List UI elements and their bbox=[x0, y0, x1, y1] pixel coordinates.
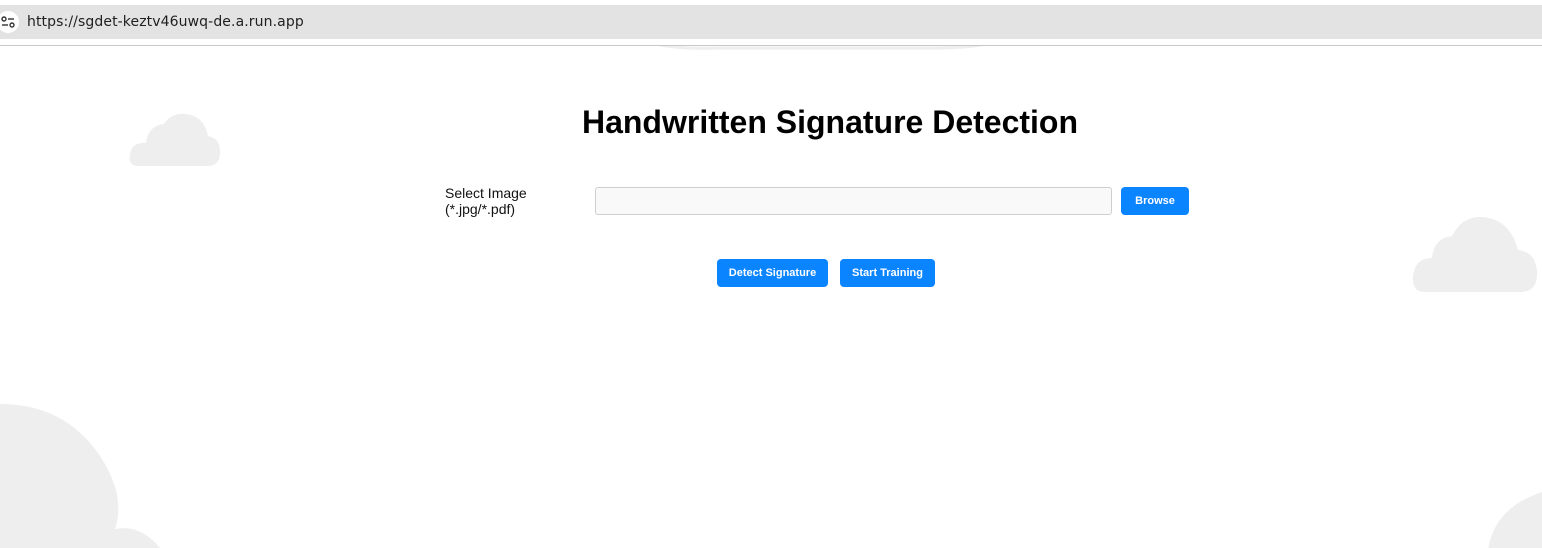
cloud-decoration-bottom-right bbox=[1488, 492, 1542, 548]
file-select-row: Select Image (*.jpg/*.pdf) Browse bbox=[445, 185, 1189, 217]
browser-toolbar: https://sgdet-keztv46uwq-de.a.run.app bbox=[0, 0, 1542, 46]
browse-button[interactable]: Browse bbox=[1121, 187, 1189, 215]
cloud-decoration-top bbox=[658, 46, 985, 50]
page-title: Handwritten Signature Detection bbox=[581, 104, 1079, 140]
url-text[interactable]: https://sgdet-keztv46uwq-de.a.run.app bbox=[27, 14, 304, 30]
address-bar[interactable]: https://sgdet-keztv46uwq-de.a.run.app bbox=[0, 5, 1542, 39]
detect-signature-button[interactable]: Detect Signature bbox=[717, 259, 828, 287]
cloud-decoration-bottom-left bbox=[0, 404, 160, 548]
start-training-button[interactable]: Start Training bbox=[840, 259, 935, 287]
page-content: Handwritten Signature Detection Select I… bbox=[0, 46, 1542, 548]
file-select-label: Select Image (*.jpg/*.pdf) bbox=[445, 185, 527, 217]
file-path-input[interactable] bbox=[595, 187, 1112, 215]
action-buttons: Detect Signature Start Training bbox=[717, 259, 935, 287]
tune-icon[interactable] bbox=[0, 11, 19, 33]
cloud-decoration-right bbox=[1412, 216, 1538, 292]
